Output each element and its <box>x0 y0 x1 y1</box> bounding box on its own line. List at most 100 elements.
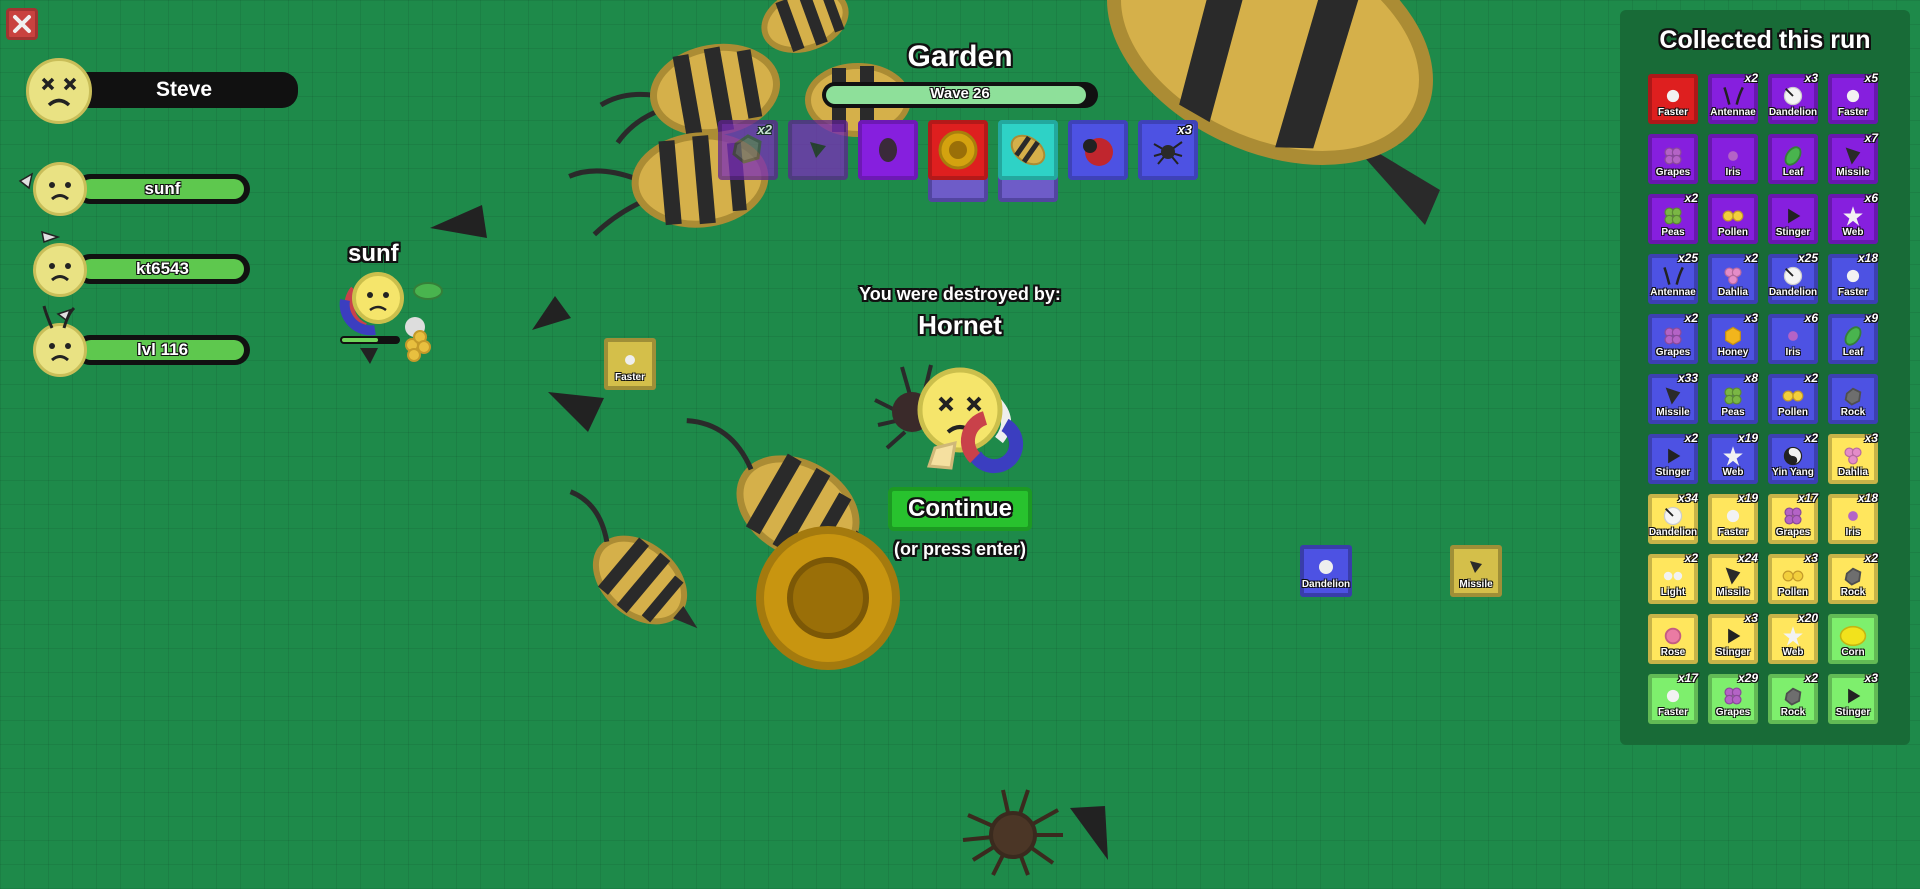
collected-petal[interactable]: Antennae x25 <box>1648 251 1698 304</box>
collected-petal[interactable]: Grapes x17 <box>1768 491 1818 544</box>
petal-label: Dahlia <box>1837 467 1868 478</box>
faster-icon <box>625 355 635 366</box>
collected-petal[interactable]: Faster x5 <box>1828 71 1878 124</box>
collected-petal[interactable]: Dandelion x3 <box>1768 71 1818 124</box>
petal-label: Peas <box>1721 407 1745 418</box>
sad-face-icon <box>49 343 71 362</box>
corn-icon <box>1839 625 1867 646</box>
collected-petal[interactable]: Web x19 <box>1708 431 1758 484</box>
antennae-icon <box>1663 266 1684 285</box>
antennae-icon <box>1723 86 1744 105</box>
collected-petal[interactable]: Antennae x2 <box>1708 71 1758 124</box>
loadout-slot[interactable] <box>788 120 848 180</box>
loadout-slot[interactable]: x2 <box>718 120 778 180</box>
sad-face-icon <box>49 182 71 201</box>
spider-mob <box>962 789 1063 876</box>
web-icon <box>1723 445 1743 466</box>
loadout-slot[interactable] <box>928 120 988 180</box>
petal-count: x6 <box>1864 191 1878 205</box>
grapes-icon <box>1664 147 1682 165</box>
collected-petal[interactable]: Rose <box>1648 614 1698 664</box>
collected-petal[interactable]: Rock x2 <box>1768 671 1818 724</box>
collected-petal[interactable]: Faster x17 <box>1648 671 1698 724</box>
petal-label: Grapes <box>1775 527 1811 538</box>
loadout-slot[interactable] <box>998 120 1058 180</box>
petal-label: Rock <box>1780 707 1806 718</box>
petal-label: Missile <box>1656 407 1690 418</box>
petal-count: x2 <box>1804 371 1818 385</box>
main-player-name-bar: Steve <box>70 72 298 108</box>
collected-petal[interactable]: Corn <box>1828 614 1878 664</box>
collected-petal[interactable]: Missile x7 <box>1828 131 1878 184</box>
petal-count: x8 <box>1744 371 1758 385</box>
iris-icon <box>1788 330 1798 341</box>
collected-petal[interactable]: Stinger x3 <box>1828 671 1878 724</box>
collected-petal[interactable]: Yin Yang x2 <box>1768 431 1818 484</box>
squad-member-avatar <box>33 243 87 297</box>
collected-petal[interactable]: Dahlia x2 <box>1708 251 1758 304</box>
collected-petal[interactable]: Iris x18 <box>1828 491 1878 544</box>
squad-health-bar: kt6543 <box>75 254 250 284</box>
petal-label: Web <box>1782 647 1804 658</box>
grapes-icon <box>1784 507 1802 525</box>
collected-petal[interactable]: Peas x8 <box>1708 371 1758 424</box>
petal-label: Antennae <box>1710 107 1756 118</box>
collected-petal[interactable]: Stinger x2 <box>1648 431 1698 484</box>
ground-drop[interactable]: Faster <box>604 338 656 390</box>
collected-petal[interactable]: Stinger x3 <box>1708 611 1758 664</box>
close-button[interactable] <box>6 8 38 40</box>
rock-icon <box>1844 567 1862 586</box>
petal-label: Pollen <box>1777 587 1808 598</box>
collected-petal[interactable]: Missile x33 <box>1648 371 1698 424</box>
stinger-icon <box>1848 688 1861 703</box>
collected-petal[interactable]: Grapes <box>1648 134 1698 184</box>
squad-health-bar: lvl 116 <box>75 335 250 365</box>
collected-petal[interactable]: Peas x2 <box>1648 191 1698 244</box>
continue-button[interactable]: Continue <box>888 487 1032 531</box>
ground-drop[interactable]: Dandelion <box>1300 545 1352 597</box>
collected-petal[interactable]: Dandelion x25 <box>1768 251 1818 304</box>
collected-petal[interactable]: Dahlia x3 <box>1828 431 1878 484</box>
rose-icon <box>1664 627 1682 644</box>
petal-label: Missile <box>1716 587 1750 598</box>
collected-petal[interactable]: Pollen <box>1708 194 1758 244</box>
collected-petal[interactable]: Faster <box>1648 74 1698 124</box>
collected-petal[interactable]: Missile x24 <box>1708 551 1758 604</box>
petal-count: x25 <box>1797 251 1818 265</box>
leaf-icon <box>1784 145 1802 166</box>
collected-petal[interactable]: Leaf x9 <box>1828 311 1878 364</box>
collected-petal[interactable]: Web x6 <box>1828 191 1878 244</box>
petal-count: x24 <box>1737 551 1758 565</box>
collected-petal[interactable]: Honey x3 <box>1708 311 1758 364</box>
collected-petal[interactable]: Faster x19 <box>1708 491 1758 544</box>
collected-petal[interactable]: Rock x2 <box>1828 551 1878 604</box>
collected-petal[interactable]: Iris x6 <box>1768 311 1818 364</box>
loadout-slot[interactable]: x3 <box>1138 120 1198 180</box>
collected-petal[interactable]: Faster x18 <box>1828 251 1878 304</box>
honey-icon <box>1725 326 1741 345</box>
collected-petal[interactable]: Iris <box>1708 134 1758 184</box>
collected-petal[interactable]: Rock <box>1828 374 1878 424</box>
loadout-slot[interactable] <box>1068 120 1128 180</box>
collected-petal[interactable]: Stinger <box>1768 194 1818 244</box>
petal-label: Stinger <box>1835 707 1871 718</box>
collected-petal[interactable]: Pollen x2 <box>1768 371 1818 424</box>
faster-icon <box>1666 689 1680 702</box>
collected-petal[interactable]: Web x20 <box>1768 611 1818 664</box>
collected-petal[interactable]: Grapes x2 <box>1648 311 1698 364</box>
collected-petal[interactable]: Grapes x29 <box>1708 671 1758 724</box>
loadout-slot[interactable] <box>858 120 918 180</box>
ground-drop[interactable]: Missile <box>1450 545 1502 597</box>
petal-count: x2 <box>1744 71 1758 85</box>
close-icon <box>13 15 31 33</box>
petal-count: x3 <box>1864 431 1878 445</box>
collected-petal[interactable]: Light x2 <box>1648 551 1698 604</box>
peas-icon <box>1724 387 1742 405</box>
grapes-icon <box>1724 687 1742 705</box>
petal-count: x17 <box>1797 491 1818 505</box>
collected-petal[interactable]: Dandelion x34 <box>1648 491 1698 544</box>
collected-petal[interactable]: Pollen x3 <box>1768 551 1818 604</box>
collected-petal[interactable]: Leaf <box>1768 134 1818 184</box>
petal-count: x2 <box>1804 431 1818 445</box>
petal-count: x3 <box>1744 311 1758 325</box>
